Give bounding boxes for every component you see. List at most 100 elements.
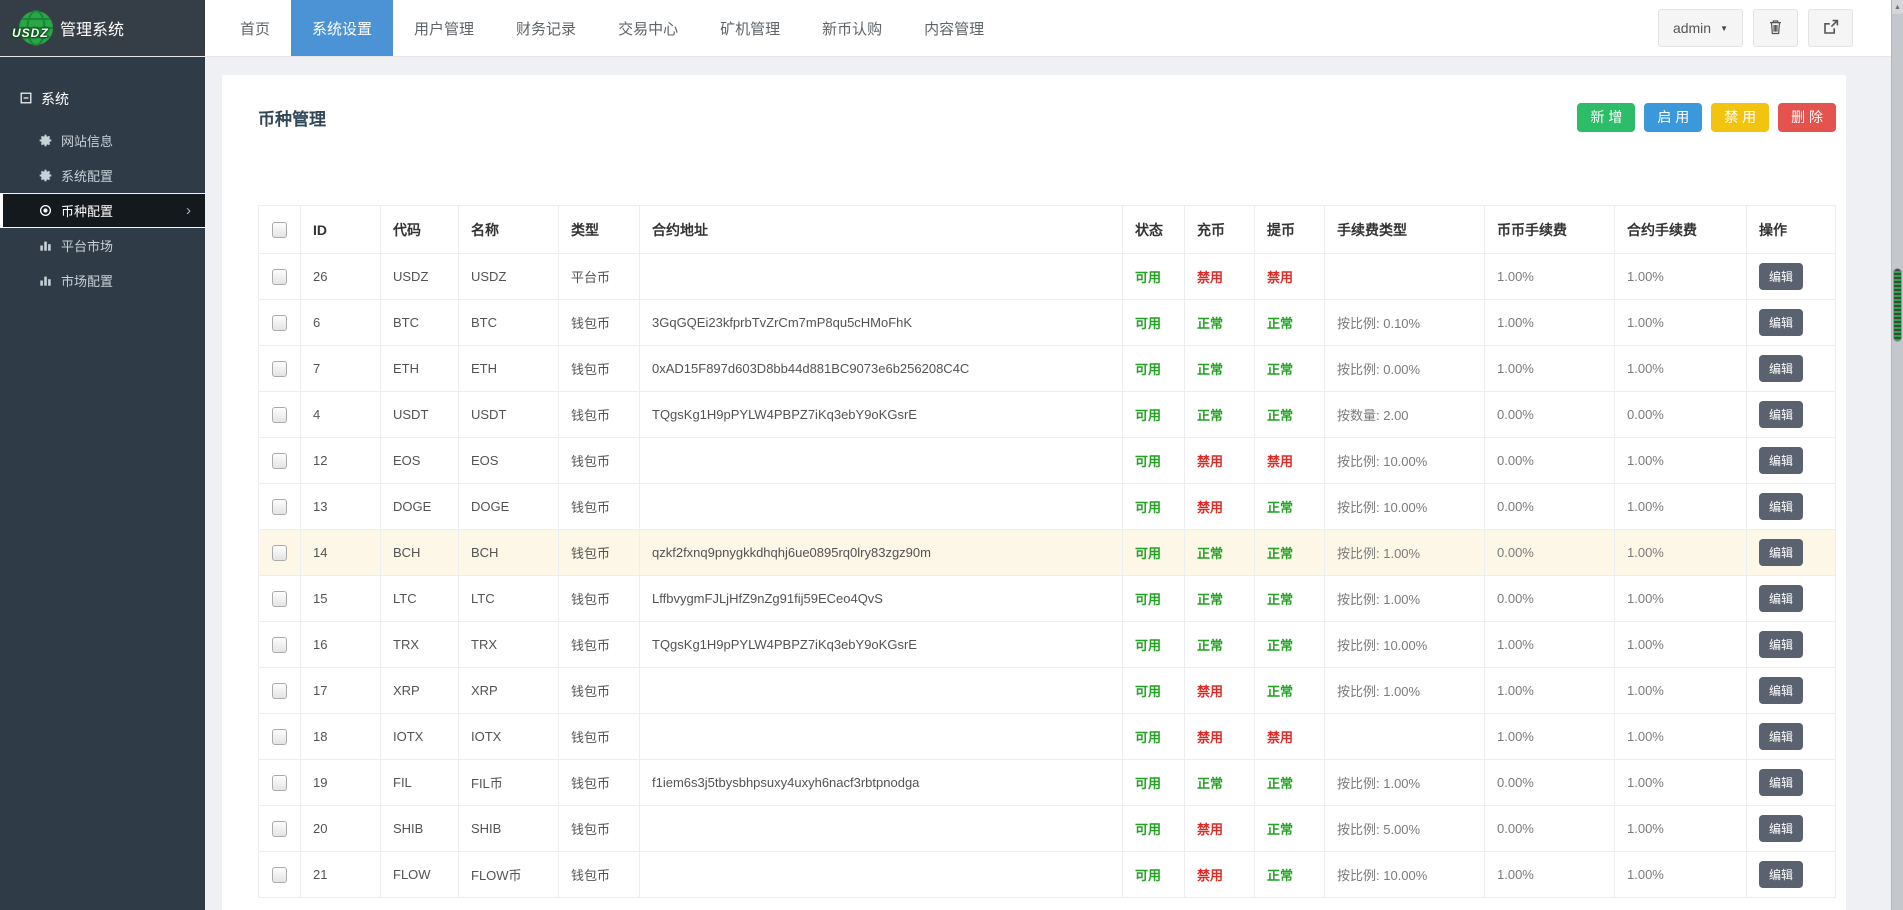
- row-checkbox[interactable]: [272, 545, 287, 561]
- disable-button[interactable]: 禁 用: [1711, 103, 1769, 132]
- nav-item-miner-management[interactable]: 矿机管理: [699, 0, 801, 56]
- row-checkbox[interactable]: [272, 729, 287, 745]
- cell-withdraw: 禁用: [1255, 714, 1325, 760]
- nav-item-new-coin-subscribe[interactable]: 新币认购: [801, 0, 903, 56]
- edit-button[interactable]: 编辑: [1759, 447, 1803, 474]
- cell-fee-type: 按数量: 2.00: [1325, 392, 1485, 438]
- nav-item-home[interactable]: 首页: [219, 0, 291, 56]
- cell-deposit: 正常: [1185, 622, 1255, 668]
- logout-button[interactable]: [1808, 9, 1853, 47]
- checkbox-cell: [259, 484, 301, 530]
- cell-contract-fee: 1.00%: [1615, 530, 1747, 576]
- row-checkbox[interactable]: [272, 453, 287, 469]
- column-header-select: [259, 206, 301, 254]
- sidebar-section-system[interactable]: 系统: [0, 57, 205, 123]
- cell-status: 可用: [1123, 346, 1185, 392]
- table-header: ID代码名称类型合约地址状态充币提币手续费类型币币手续费合约手续费操作: [259, 206, 1836, 254]
- cell-coin-fee: 1.00%: [1485, 300, 1615, 346]
- cell-withdraw: 正常: [1255, 346, 1325, 392]
- checkbox-cell: [259, 576, 301, 622]
- edit-button[interactable]: 编辑: [1759, 493, 1803, 520]
- sidebar-item-platform-market[interactable]: 平台市场: [0, 228, 205, 263]
- sidebar-item-site-info[interactable]: 网站信息: [0, 123, 205, 158]
- cell-deposit: 禁用: [1185, 668, 1255, 714]
- edit-button[interactable]: 编辑: [1759, 263, 1803, 290]
- nav-item-system-settings[interactable]: 系统设置: [291, 0, 393, 56]
- row-checkbox[interactable]: [272, 407, 287, 423]
- nav-item-finance-records[interactable]: 财务记录: [495, 0, 597, 56]
- sidebar-item-coin-config[interactable]: 币种配置›: [0, 193, 205, 228]
- cell-contract-address: [640, 254, 1123, 300]
- row-checkbox[interactable]: [272, 361, 287, 377]
- cell-type: 钱包币: [559, 760, 640, 806]
- cell-name: XRP: [459, 668, 559, 714]
- edit-button[interactable]: 编辑: [1759, 539, 1803, 566]
- row-checkbox[interactable]: [272, 591, 287, 607]
- checkbox-cell: [259, 392, 301, 438]
- sidebar-item-label: 系统配置: [61, 166, 113, 185]
- select-all-checkbox[interactable]: [272, 222, 287, 238]
- row-checkbox[interactable]: [272, 637, 287, 653]
- scrollbar-up-arrow[interactable]: ▲: [1892, 0, 1903, 14]
- scrollbar-thumb[interactable]: [1893, 268, 1902, 342]
- row-checkbox[interactable]: [272, 499, 287, 515]
- edit-button[interactable]: 编辑: [1759, 309, 1803, 336]
- cell-type: 钱包币: [559, 576, 640, 622]
- row-checkbox[interactable]: [272, 683, 287, 699]
- checkbox-cell: [259, 622, 301, 668]
- cell-actions: 编辑: [1747, 760, 1836, 806]
- row-checkbox[interactable]: [272, 315, 287, 331]
- trash-button[interactable]: [1753, 9, 1798, 47]
- sidebar-item-market-config[interactable]: 市场配置: [0, 263, 205, 298]
- cell-code: IOTX: [381, 714, 459, 760]
- withdraw-badge: 禁用: [1267, 454, 1293, 469]
- cell-contract-address: [640, 668, 1123, 714]
- row-checkbox[interactable]: [272, 775, 287, 791]
- edit-button[interactable]: 编辑: [1759, 631, 1803, 658]
- column-header-status: 状态: [1123, 206, 1185, 254]
- edit-button[interactable]: 编辑: [1759, 723, 1803, 750]
- cell-code: USDT: [381, 392, 459, 438]
- withdraw-badge: 正常: [1267, 638, 1293, 653]
- cell-status: 可用: [1123, 392, 1185, 438]
- deposit-badge: 禁用: [1197, 868, 1223, 883]
- cell-withdraw: 正常: [1255, 576, 1325, 622]
- cell-withdraw: 正常: [1255, 760, 1325, 806]
- column-header-contract-fee: 合约手续费: [1615, 206, 1747, 254]
- row-checkbox[interactable]: [272, 867, 287, 883]
- nav-item-user-management[interactable]: 用户管理: [393, 0, 495, 56]
- nav-item-content-management[interactable]: 内容管理: [903, 0, 1005, 56]
- add-button[interactable]: 新 增: [1577, 103, 1635, 132]
- cell-status: 可用: [1123, 622, 1185, 668]
- edit-button[interactable]: 编辑: [1759, 861, 1803, 888]
- cell-withdraw: 正常: [1255, 484, 1325, 530]
- row-checkbox[interactable]: [272, 269, 287, 285]
- sidebar: 系统 网站信息系统配置币种配置›平台市场市场配置: [0, 57, 205, 910]
- admin-dropdown[interactable]: admin ▼: [1658, 9, 1743, 47]
- edit-button[interactable]: 编辑: [1759, 585, 1803, 612]
- logout-icon: [1823, 19, 1839, 38]
- nav-item-trade-center[interactable]: 交易中心: [597, 0, 699, 56]
- top-nav: 首页系统设置用户管理财务记录交易中心矿机管理新币认购内容管理: [219, 0, 1005, 56]
- edit-button[interactable]: 编辑: [1759, 401, 1803, 428]
- edit-button[interactable]: 编辑: [1759, 769, 1803, 796]
- table-row: 17XRPXRP钱包币可用禁用正常按比例: 1.00%1.00%1.00%编辑: [259, 668, 1836, 714]
- withdraw-badge: 正常: [1267, 684, 1293, 699]
- edit-button[interactable]: 编辑: [1759, 815, 1803, 842]
- topbar-right: admin ▼: [1658, 0, 1903, 56]
- cell-status: 可用: [1123, 254, 1185, 300]
- edit-button[interactable]: 编辑: [1759, 355, 1803, 382]
- cell-deposit: 正常: [1185, 760, 1255, 806]
- row-checkbox[interactable]: [272, 821, 287, 837]
- bar-chart-icon: [38, 239, 52, 252]
- delete-button[interactable]: 删 除: [1778, 103, 1836, 132]
- cell-type: 钱包币: [559, 714, 640, 760]
- cell-deposit: 禁用: [1185, 438, 1255, 484]
- vertical-scrollbar[interactable]: ▲: [1891, 0, 1903, 910]
- column-header-type: 类型: [559, 206, 640, 254]
- sidebar-item-system-config[interactable]: 系统配置: [0, 158, 205, 193]
- status-badge: 可用: [1135, 730, 1161, 745]
- cell-code: BTC: [381, 300, 459, 346]
- edit-button[interactable]: 编辑: [1759, 677, 1803, 704]
- enable-button[interactable]: 启 用: [1644, 103, 1702, 132]
